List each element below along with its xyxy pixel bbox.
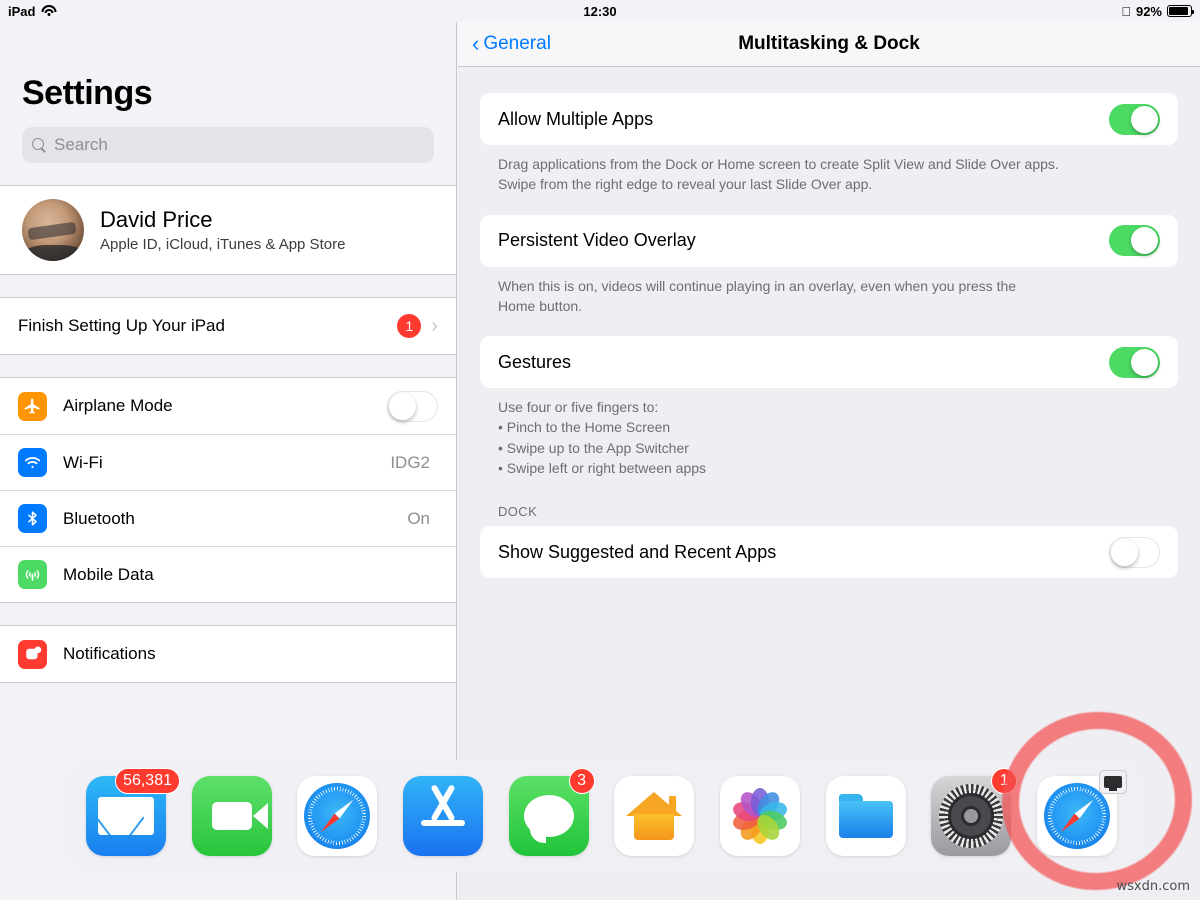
section-header-dock: DOCK xyxy=(498,504,538,520)
search-field-wrapper[interactable]: Search xyxy=(0,113,456,163)
allow-multiple-apps-toggle[interactable] xyxy=(1109,103,1160,135)
app-store-icon[interactable] xyxy=(402,776,483,856)
row-allow-multiple-apps[interactable]: Allow Multiple Apps xyxy=(480,93,1178,145)
dock-app-messages[interactable]: 3 xyxy=(508,768,595,856)
finish-setup-group: Finish Setting Up Your iPad 1 › xyxy=(0,297,456,355)
sidebar-item-label: Airplane Mode xyxy=(63,396,173,415)
row-label: Show Suggested and Recent Apps xyxy=(498,541,777,562)
footnote-line: Home button. xyxy=(498,297,583,314)
apple-id-group: David Price Apple ID, iCloud, iTunes & A… xyxy=(0,185,456,275)
bluetooth-icon xyxy=(18,504,47,533)
wifi-network-value: IDG2 xyxy=(390,452,430,472)
detail-spacer-3 xyxy=(480,478,1178,504)
airplane-mode-toggle[interactable] xyxy=(387,390,438,422)
detail-title: Multitasking & Dock xyxy=(738,33,920,54)
dock-app-settings[interactable]: 1 xyxy=(931,768,1018,856)
avatar xyxy=(22,199,84,261)
search-input[interactable]: Search xyxy=(22,127,434,163)
sidebar-item-notifications[interactable]: Notifications xyxy=(0,626,456,682)
row-label: Gestures xyxy=(498,351,572,372)
search-placeholder: Search xyxy=(54,135,108,154)
footnote-line: When this is on, videos will continue pl… xyxy=(498,277,1017,294)
notifications-icon xyxy=(18,639,47,669)
footnote-allow-multiple-apps: Drag applications from the Dock or Home … xyxy=(480,145,1178,195)
battery-percent-label: 92% xyxy=(1135,3,1162,19)
footnote-persistent-video-overlay: When this is on, videos will continue pl… xyxy=(480,267,1178,317)
profile-text: David Price Apple ID, iCloud, iTunes & A… xyxy=(100,207,345,253)
gestures-toggle[interactable] xyxy=(1109,346,1160,378)
ipad-dock[interactable]: 56,381 3 1 xyxy=(64,760,1139,872)
dock-app-app-store[interactable] xyxy=(402,776,483,856)
status-badge: 1 xyxy=(397,314,422,338)
footnote-line: • Pinch to the Home Screen xyxy=(498,419,671,436)
sidebar-item-airplane-mode[interactable]: Airplane Mode xyxy=(0,378,456,434)
footnote-line: • Swipe up to the App Switcher xyxy=(498,439,689,456)
battery-icon xyxy=(1167,5,1194,17)
messages-badge: 3 xyxy=(568,768,595,794)
status-bar: iPad 12:30  92% xyxy=(0,0,1200,22)
detail-spacer-2 xyxy=(480,316,1178,336)
sidebar-item-bluetooth[interactable]: Bluetooth On xyxy=(0,490,456,546)
row-label: Allow Multiple Apps xyxy=(498,108,654,129)
dock-app-home[interactable] xyxy=(614,776,695,856)
wifi-icon xyxy=(18,448,47,477)
dock-app-facetime[interactable] xyxy=(191,776,272,856)
sidebar-item-label: Mobile Data xyxy=(63,564,154,584)
watermark: wsxdn.com xyxy=(1116,879,1191,894)
photos-icon[interactable] xyxy=(719,776,800,856)
status-bar-clock: 12:30 xyxy=(583,3,617,19)
files-icon[interactable] xyxy=(825,776,906,856)
row-label: Persistent Video Overlay xyxy=(498,230,696,251)
apple-id-row[interactable]: David Price Apple ID, iCloud, iTunes & A… xyxy=(0,186,456,274)
sidebar-item-label: Finish Setting Up Your iPad xyxy=(18,316,225,335)
row-show-suggested-recent-apps[interactable]: Show Suggested and Recent Apps xyxy=(480,526,1178,579)
footnote-line: Drag applications from the Dock or Home … xyxy=(498,156,1059,172)
settings-badge: 1 xyxy=(991,768,1018,794)
sidebar-item-wifi[interactable]: Wi-Fi IDG2 xyxy=(0,434,456,490)
footnote-line: • Swipe left or right between apps xyxy=(498,460,707,477)
detail-body: Allow Multiple Apps Drag applications fr… xyxy=(458,67,1200,579)
footnote-line: Swipe from the right edge to reveal your… xyxy=(498,176,873,193)
connectivity-group: Airplane Mode Wi-Fi IDG2 Bluetooth On Mo… xyxy=(0,377,456,603)
status-bar-right:  92% xyxy=(1121,3,1194,19)
notifications-group: Notifications xyxy=(0,625,456,683)
show-suggested-recent-apps-toggle[interactable] xyxy=(1109,536,1160,568)
safari-icon[interactable] xyxy=(297,776,378,856)
footnote-line: Use four or five fingers to: xyxy=(498,399,659,416)
row-persistent-video-overlay[interactable]: Persistent Video Overlay xyxy=(480,214,1178,267)
dock-app-files[interactable] xyxy=(825,776,906,856)
airplane-icon xyxy=(18,391,47,421)
detail-spacer-1 xyxy=(480,195,1178,215)
dock-app-photos[interactable] xyxy=(719,776,800,856)
dock-app-safari[interactable] xyxy=(297,776,378,856)
bluetooth-state-value: On xyxy=(407,508,430,528)
sidebar-item-mobile-data[interactable]: Mobile Data xyxy=(0,546,456,602)
row-gestures[interactable]: Gestures xyxy=(480,336,1178,389)
cellular-icon xyxy=(18,560,47,589)
facetime-icon[interactable] xyxy=(191,776,272,856)
search-icon xyxy=(32,137,47,153)
sidebar-item-label: Bluetooth xyxy=(63,508,135,528)
sidebar-item-finish-setup[interactable]: Finish Setting Up Your iPad 1 › xyxy=(0,298,456,354)
mail-badge: 56,381 xyxy=(115,768,180,794)
page-title: Settings xyxy=(22,74,153,112)
dock-app-safari-handoff[interactable] xyxy=(1036,770,1127,856)
handoff-screen-icon xyxy=(1098,770,1127,794)
profile-name: David Price xyxy=(100,207,213,232)
sidebar-item-label: Wi-Fi xyxy=(63,452,103,472)
footnote-gestures: Use four or five fingers to: • Pinch to … xyxy=(480,388,1178,478)
home-icon[interactable] xyxy=(614,776,695,856)
ipad-screen: iPad 12:30  92% Settings Search David P… xyxy=(0,0,1200,900)
sidebar-item-label: Notifications xyxy=(63,644,156,663)
detail-navbar: ‹ General Multitasking & Dock xyxy=(458,22,1200,67)
bluetooth-icon:  xyxy=(1121,5,1131,18)
chevron-right-icon: › xyxy=(431,315,438,337)
dock-app-mail[interactable]: 56,381 xyxy=(86,768,180,856)
profile-subtitle: Apple ID, iCloud, iTunes & App Store xyxy=(100,236,346,253)
persistent-video-overlay-toggle[interactable] xyxy=(1109,225,1160,257)
